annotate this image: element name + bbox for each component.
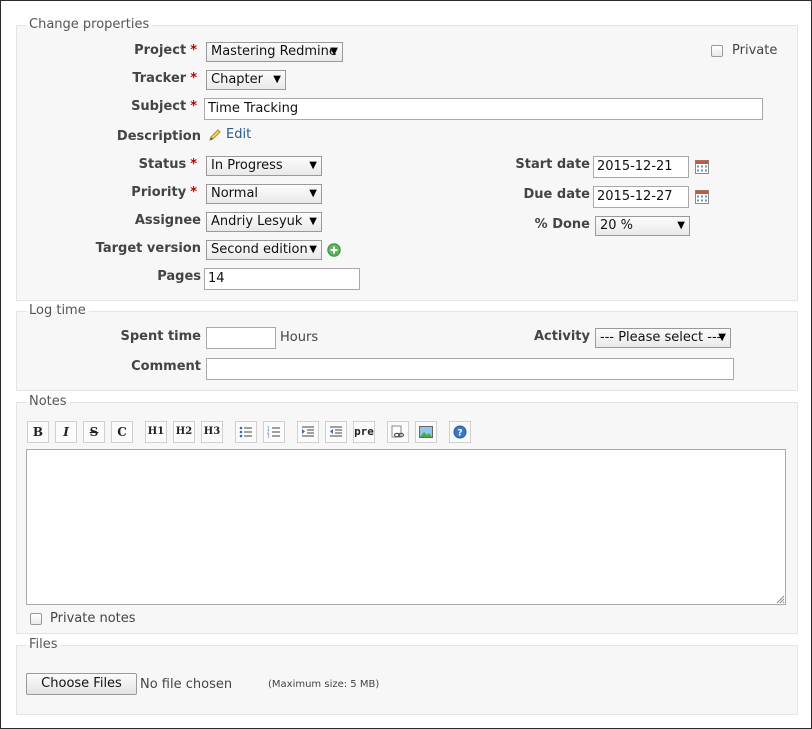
due-date-label: Due date [523,187,591,202]
calendar-icon[interactable] [695,190,709,204]
dropdown-arrow-icon: ▼ [309,244,317,255]
private-checkbox[interactable] [711,45,723,57]
due-date-input[interactable]: 2015-12-27 [593,186,689,208]
status-select-value: In Progress [211,158,283,173]
private-notes-checkbox[interactable] [30,613,42,625]
link-icon [391,425,405,438]
bold-button[interactable]: B [27,421,49,443]
done-ratio-select-value: 20 % [600,218,634,233]
calendar-icon[interactable] [695,160,709,174]
dropdown-arrow-icon: ▼ [677,220,685,231]
indent-icon [302,426,314,437]
dropdown-arrow-icon: ▼ [273,74,281,85]
done-ratio-select[interactable]: 20 % ▼ [595,216,690,236]
indent-button[interactable] [297,421,319,443]
dropdown-arrow-icon: ▼ [309,160,317,171]
comment-label: Comment [131,359,201,374]
help-button[interactable]: ? [449,421,471,443]
resize-handle-icon[interactable] [776,595,785,604]
svg-text:3: 3 [267,434,270,439]
dropdown-arrow-icon: ▼ [330,46,338,57]
outdent-button[interactable] [325,421,347,443]
spent-time-label: Spent time [120,329,201,344]
pages-label: Pages [157,269,201,284]
target-version-select-value: Second edition [211,242,308,257]
preformatted-button[interactable]: pre [353,421,375,443]
heading-1-button[interactable]: H1 [145,421,167,443]
tracker-select[interactable]: Chapter ▼ [206,70,286,90]
status-label: Status * [138,157,197,172]
strikethrough-button[interactable]: S [83,421,105,443]
image-button[interactable] [415,421,437,443]
hours-unit: Hours [280,330,319,345]
dropdown-arrow-icon: ▼ [718,332,726,343]
assignee-select-value: Andriy Lesyuk [211,214,303,229]
pencil-icon [209,129,221,141]
max-size-hint: (Maximum size: 5 MB) [268,679,380,690]
priority-label: Priority * [131,185,197,200]
target-version-select[interactable]: Second edition ▼ [206,240,322,260]
activity-label: Activity [533,329,590,344]
add-version-icon[interactable] [327,243,341,257]
subject-input[interactable]: Time Tracking [204,98,763,120]
priority-select-value: Normal [211,186,259,201]
change-properties-legend: Change properties [26,17,153,33]
start-date-input[interactable]: 2015-12-21 [593,156,689,178]
log-time-legend: Log time [26,303,89,319]
tracker-select-value: Chapter [211,72,263,87]
project-select-value: Mastering Redmine [211,44,337,59]
description-edit-link[interactable]: Edit [226,127,251,143]
target-version-label: Target version [95,241,201,256]
italic-button[interactable]: I [55,421,77,443]
svg-text:?: ? [457,429,462,439]
required-marker: * [190,43,197,58]
notes-textarea[interactable] [26,449,786,605]
wiki-link-button[interactable] [387,421,409,443]
help-icon: ? [453,425,467,439]
project-select[interactable]: Mastering Redmine ▼ [206,42,343,62]
spent-time-input[interactable] [206,327,276,349]
description-label: Description [116,129,201,144]
heading-2-button[interactable]: H2 [173,421,195,443]
comment-input[interactable] [206,358,734,380]
done-ratio-label: % Done [534,217,590,232]
outdent-icon [330,426,342,437]
no-file-chosen-text: No file chosen [140,677,233,692]
private-label: Private [732,43,778,58]
assignee-label: Assignee [134,213,201,228]
assignee-select[interactable]: Andriy Lesyuk ▼ [206,212,322,232]
pages-input[interactable]: 14 [204,268,360,290]
dropdown-arrow-icon: ▼ [309,188,317,199]
subject-label: Subject * [131,99,197,114]
start-date-label: Start date [515,157,590,172]
status-select[interactable]: In Progress ▼ [206,156,322,176]
private-notes-label: Private notes [50,611,136,626]
dropdown-arrow-icon: ▼ [309,216,317,227]
numbered-list-icon: 123 [267,426,280,439]
ordered-list-button[interactable]: 123 [263,421,285,443]
tracker-label: Tracker * [132,71,197,86]
unordered-list-button[interactable] [235,421,257,443]
activity-select-value: --- Please select --- [600,330,722,345]
notes-legend: Notes [26,394,70,410]
image-icon [419,426,433,438]
choose-files-button[interactable]: Choose Files [26,673,137,695]
activity-select[interactable]: --- Please select --- ▼ [595,328,731,348]
bullet-list-icon [239,426,252,438]
files-legend: Files [26,637,61,653]
issue-edit-form: Change properties Project * Mastering Red… [0,0,812,729]
inline-code-button[interactable]: C [111,421,133,443]
project-label: Project * [134,43,197,58]
heading-3-button[interactable]: H3 [201,421,223,443]
priority-select[interactable]: Normal ▼ [206,184,322,204]
